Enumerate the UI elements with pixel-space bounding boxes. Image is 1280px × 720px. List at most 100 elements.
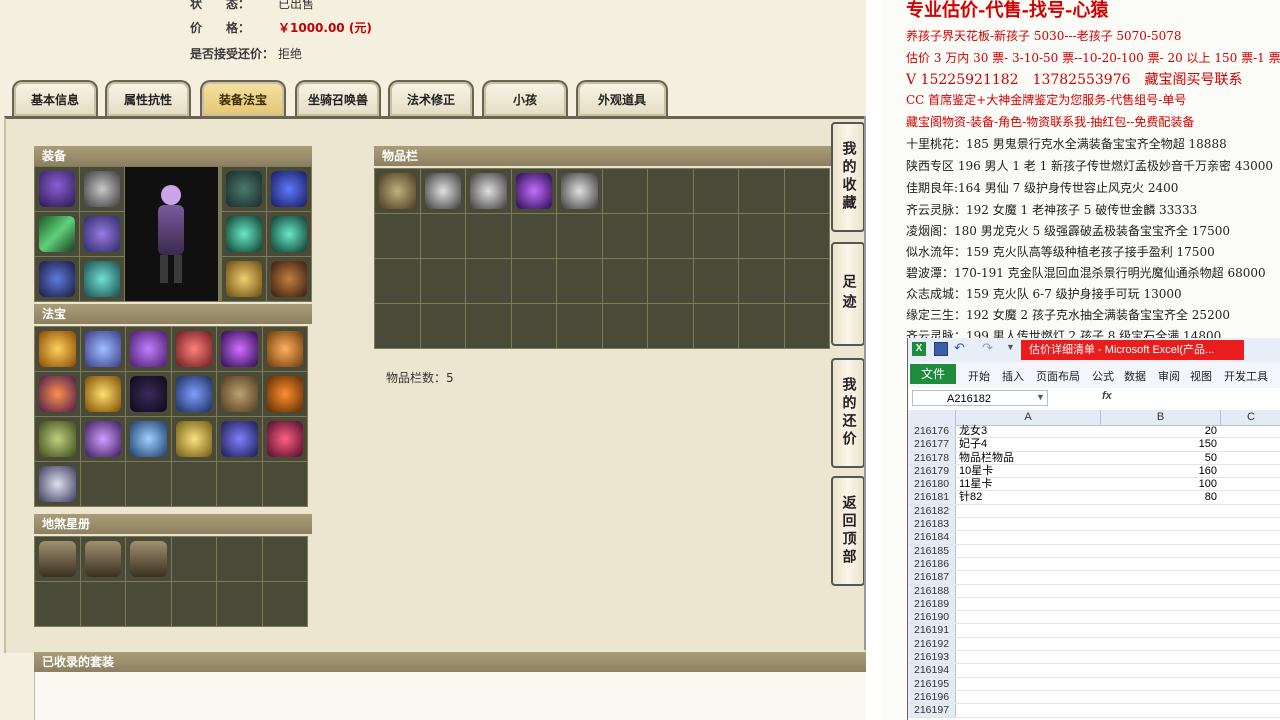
excel-menu-review[interactable]: 审阅 <box>1158 368 1180 384</box>
row-number[interactable]: 216188 <box>908 584 956 597</box>
earth-star-card[interactable] <box>80 537 125 581</box>
my-offers-button[interactable]: 我的还价 <box>831 358 865 468</box>
earth-star-card[interactable] <box>35 537 80 581</box>
excel-titlebar[interactable]: X ↶ ↷ ▼ 估价详细清单 - Microsoft Excel(产品... <box>908 338 1280 363</box>
row-number[interactable]: 216194 <box>908 664 956 677</box>
row-number[interactable]: 216185 <box>908 544 956 557</box>
treasure-slot[interactable] <box>80 417 125 461</box>
column-header-c[interactable]: C <box>1221 410 1280 425</box>
row-number[interactable]: 216179 <box>908 464 956 478</box>
treasure-slot[interactable] <box>35 417 80 461</box>
excel-menu-home[interactable]: 开始 <box>968 368 990 384</box>
treasure-slot[interactable] <box>217 327 262 371</box>
treasure-slot[interactable] <box>171 327 216 371</box>
excel-menu-formulas[interactable]: 公式 <box>1092 368 1114 384</box>
inventory-slot[interactable] <box>557 169 602 213</box>
excel-menu-developer[interactable]: 开发工具 <box>1224 368 1268 384</box>
inventory-slot[interactable] <box>511 169 556 213</box>
equipment-slot[interactable] <box>80 212 124 256</box>
equipment-slot[interactable] <box>80 167 124 211</box>
inventory-slot[interactable] <box>420 169 465 213</box>
row-number[interactable]: 216189 <box>908 597 956 611</box>
back-to-top-button[interactable]: 返回顶部 <box>831 476 865 586</box>
tab-child[interactable]: 小孩 <box>482 80 568 116</box>
tab-mounts-pets[interactable]: 坐骑召唤兽 <box>295 80 381 116</box>
cell-b[interactable]: 20 <box>1101 425 1221 438</box>
equipment-slot[interactable] <box>267 212 311 256</box>
equipment-slot[interactable] <box>35 257 79 301</box>
row-number[interactable]: 216195 <box>908 677 956 690</box>
column-header-a[interactable]: A <box>956 410 1101 425</box>
treasure-slot[interactable] <box>262 327 307 371</box>
row-number[interactable]: 216197 <box>908 704 956 717</box>
excel-window[interactable]: X ↶ ↷ ▼ 估价详细清单 - Microsoft Excel(产品... 文… <box>907 338 1280 720</box>
equipment-slot[interactable] <box>267 167 311 211</box>
row-number[interactable]: 216178 <box>908 451 956 464</box>
redo-icon[interactable]: ↷ <box>982 340 993 356</box>
fx-icon[interactable]: fx <box>1102 390 1112 402</box>
row-number[interactable]: 216190 <box>908 611 956 624</box>
column-header-b[interactable]: B <box>1101 410 1221 425</box>
footprint-button[interactable]: 足迹 <box>831 242 865 346</box>
row-number[interactable]: 216196 <box>908 690 956 704</box>
cell-a[interactable]: 11星卡 <box>956 478 1104 491</box>
cell-a[interactable]: 妃子4 <box>956 438 1104 451</box>
earth-star-card[interactable] <box>126 537 171 581</box>
cell-b[interactable]: 80 <box>1101 491 1221 504</box>
row-number[interactable]: 216186 <box>908 557 956 571</box>
treasure-slot[interactable] <box>35 462 80 506</box>
excel-file-tab[interactable]: 文件 <box>910 364 956 384</box>
equipment-slot[interactable] <box>222 167 266 211</box>
quick-access-dropdown-icon[interactable]: ▼ <box>1006 342 1015 352</box>
equipment-slot[interactable] <box>35 167 79 211</box>
row-number[interactable]: 216191 <box>908 624 956 637</box>
treasure-slot[interactable] <box>35 372 80 416</box>
equipment-slot[interactable] <box>222 212 266 256</box>
treasure-slot[interactable] <box>217 372 262 416</box>
row-number[interactable]: 216184 <box>908 531 956 544</box>
my-favorites-button[interactable]: 我的收藏 <box>831 122 865 232</box>
excel-menu-page-layout[interactable]: 页面布局 <box>1036 368 1080 384</box>
tab-spell-mods[interactable]: 法术修正 <box>388 80 474 116</box>
row-number[interactable]: 216180 <box>908 478 956 491</box>
row-number[interactable]: 216193 <box>908 651 956 664</box>
cell-b[interactable]: 50 <box>1101 452 1221 465</box>
excel-menu-insert[interactable]: 插入 <box>1002 368 1024 384</box>
cell-b[interactable]: 100 <box>1101 478 1221 491</box>
equipment-slot[interactable] <box>35 212 79 256</box>
cell-b[interactable]: 150 <box>1101 438 1221 451</box>
treasure-slot[interactable] <box>262 417 307 461</box>
inventory-slot[interactable] <box>466 169 511 213</box>
undo-icon[interactable]: ↶ <box>954 340 965 356</box>
cell-b[interactable]: 160 <box>1101 465 1221 478</box>
cell-a[interactable]: 龙女3 <box>956 425 1104 438</box>
treasure-slot[interactable] <box>171 417 216 461</box>
treasure-slot[interactable] <box>126 327 171 371</box>
excel-menu-data[interactable]: 数据 <box>1124 368 1146 384</box>
row-number[interactable]: 216192 <box>908 637 956 651</box>
row-number[interactable]: 216181 <box>908 491 956 504</box>
tab-attributes[interactable]: 属性抗性 <box>105 80 191 116</box>
tab-basic-info[interactable]: 基本信息 <box>12 80 98 116</box>
tab-appearance[interactable]: 外观道具 <box>576 80 668 116</box>
equipment-slot[interactable] <box>267 257 311 301</box>
inventory-slot[interactable] <box>375 169 420 213</box>
treasure-slot[interactable] <box>262 372 307 416</box>
cell-a[interactable]: 10星卡 <box>956 465 1104 478</box>
treasure-slot[interactable] <box>80 327 125 371</box>
row-number[interactable]: 216187 <box>908 571 956 584</box>
treasure-slot[interactable] <box>126 372 171 416</box>
cell-a[interactable]: 物品栏物品 <box>956 452 1104 465</box>
select-all-corner[interactable] <box>908 410 956 425</box>
row-number[interactable]: 216183 <box>908 518 956 531</box>
treasure-slot[interactable] <box>171 372 216 416</box>
row-number[interactable]: 216182 <box>908 504 956 518</box>
excel-menu-view[interactable]: 视图 <box>1190 368 1212 384</box>
row-number[interactable]: 216176 <box>908 425 956 438</box>
treasure-slot[interactable] <box>217 417 262 461</box>
equipment-slot[interactable] <box>80 257 124 301</box>
treasure-slot[interactable] <box>35 327 80 371</box>
tab-equipment-treasure[interactable]: 装备法宝 <box>200 80 286 116</box>
row-number[interactable]: 216177 <box>908 438 956 451</box>
equipment-slot[interactable] <box>222 257 266 301</box>
